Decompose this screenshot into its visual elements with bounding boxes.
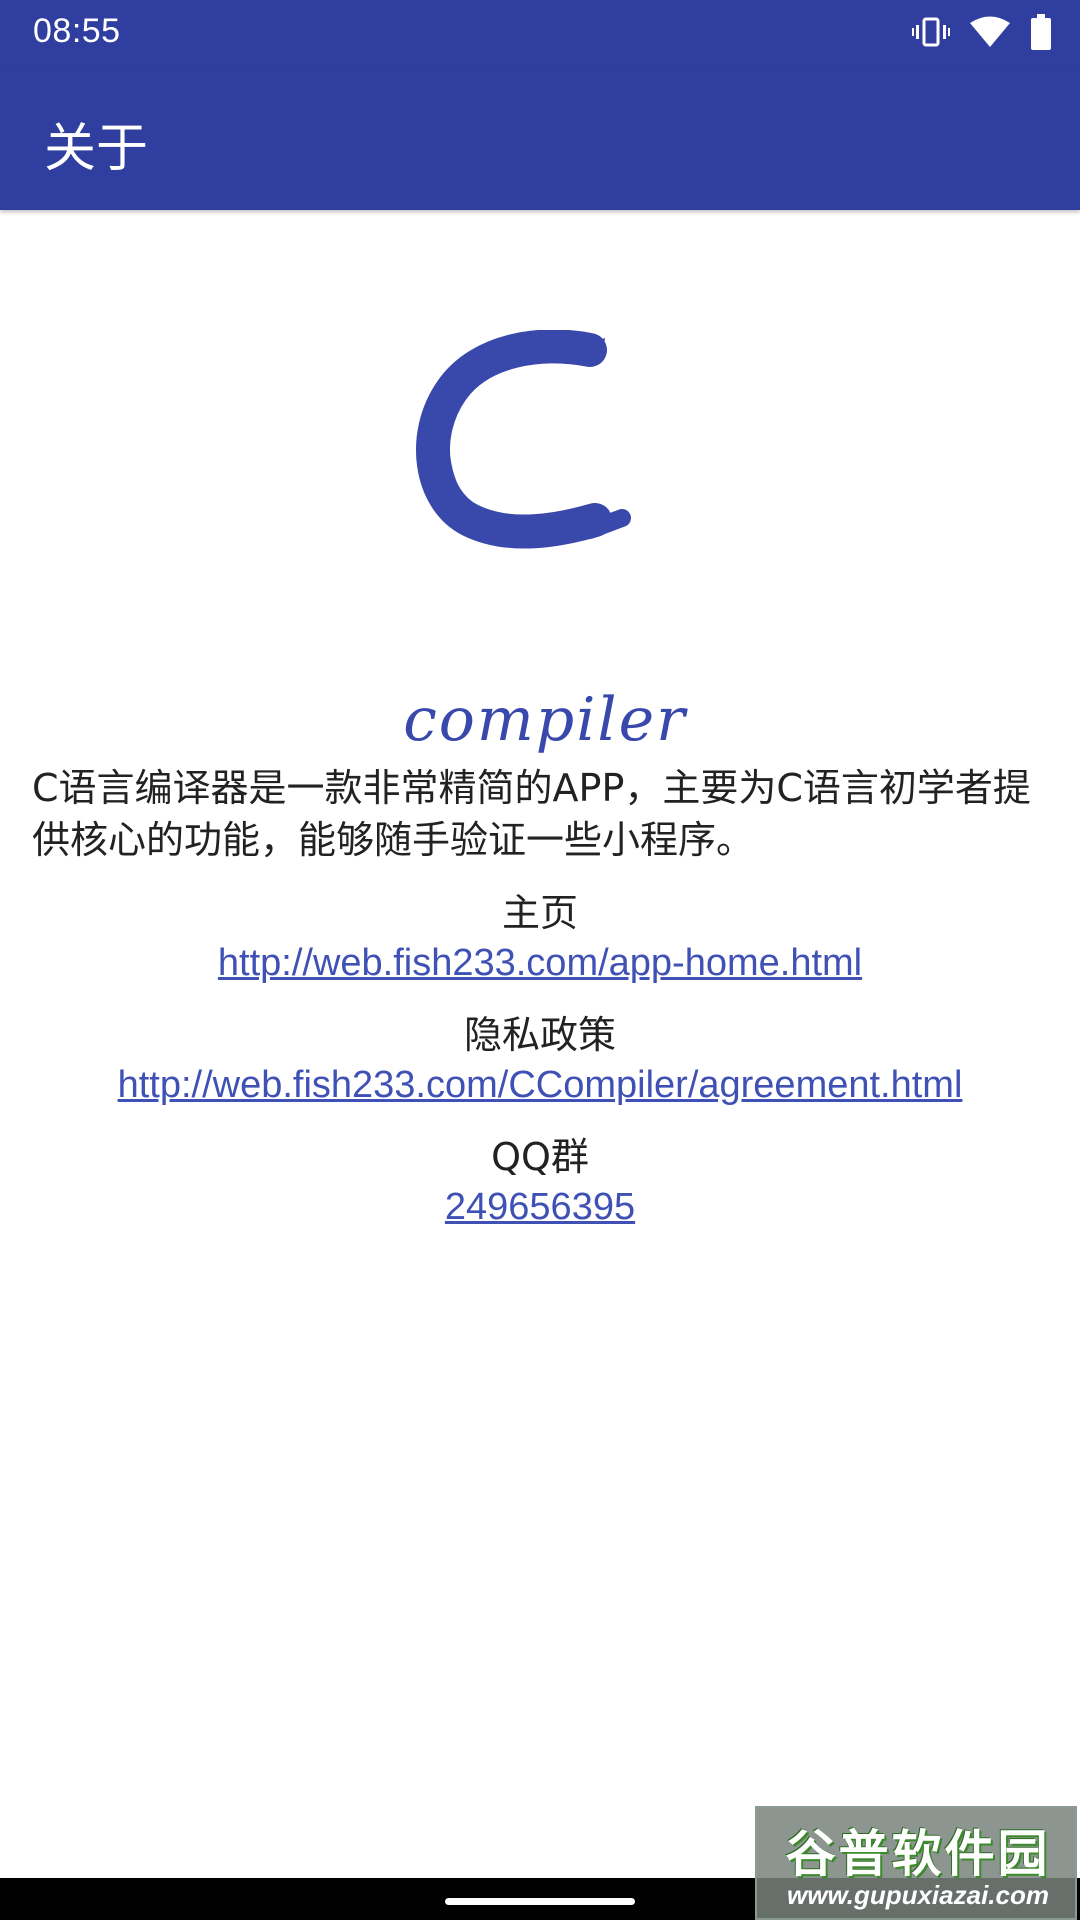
home-label: 主页	[501, 891, 578, 935]
about-content: compiler C语言编译器是一款非常精简的APP，主要为C语言初学者提供核心…	[0, 210, 1080, 1878]
privacy-link[interactable]: http://web.fish233.com/CCompiler/agreeme…	[118, 1060, 963, 1110]
status-time: 08:55	[33, 12, 121, 50]
wifi-icon	[970, 16, 1010, 52]
app-logo: compiler	[390, 329, 700, 755]
watermark-title: 谷普软件园	[785, 1825, 1051, 1883]
qq-link[interactable]: 249656395	[445, 1182, 635, 1232]
home-gesture-handle[interactable]	[445, 1898, 635, 1905]
home-section: 主页 http://web.fish233.com/app-home.html	[0, 888, 1080, 988]
logo-word: compiler	[403, 685, 687, 755]
app-bar: 关于	[0, 66, 1080, 210]
qq-label: QQ群	[491, 1135, 589, 1179]
privacy-label: 隐私政策	[463, 1013, 616, 1057]
watermark: 谷普软件园 www.gupuxiazai.com	[755, 1806, 1077, 1920]
app-description: C语言编译器是一款非常精简的APP，主要为C语言初学者提供核心的功能，能够随手验…	[32, 766, 1031, 862]
battery-icon	[1030, 14, 1052, 54]
privacy-section: 隐私政策 http://web.fish233.com/CCompiler/ag…	[0, 1010, 1080, 1110]
status-icons	[912, 14, 1052, 54]
vibrate-icon	[912, 17, 950, 51]
qq-section: QQ群 249656395	[0, 1132, 1080, 1232]
status-bar: 08:55	[0, 0, 1080, 66]
watermark-url: www.gupuxiazai.com	[787, 1880, 1049, 1910]
c-logo-icon	[416, 329, 631, 549]
home-link[interactable]: http://web.fish233.com/app-home.html	[218, 938, 862, 988]
page-title: 关于	[44, 119, 149, 179]
